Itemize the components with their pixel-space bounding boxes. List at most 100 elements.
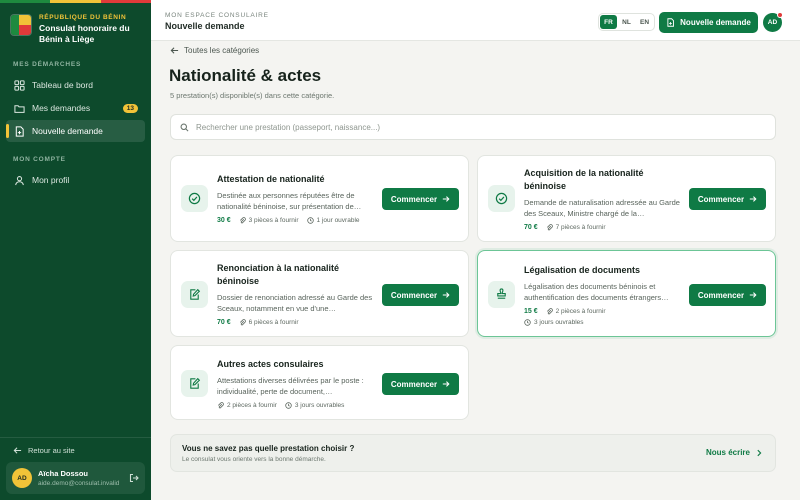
check-circle-icon xyxy=(495,192,508,205)
service-card-acquisition[interactable]: Acquisition de la nationalité béninoise … xyxy=(477,155,776,242)
start-label: Commencer xyxy=(697,194,745,204)
flag-stripe xyxy=(0,0,151,3)
paperclip-icon xyxy=(239,217,246,224)
sidebar-item-dashboard[interactable]: Tableau de bord xyxy=(6,74,145,96)
start-button[interactable]: Commencer xyxy=(689,188,766,210)
sidebar: RÉPUBLIQUE DU BÉNIN Consulat honoraire d… xyxy=(0,0,151,500)
service-card-renonciation[interactable]: Renonciation à la nationalité béninoise … xyxy=(170,250,469,337)
user-icon xyxy=(15,175,24,185)
arrow-right-icon xyxy=(442,381,450,387)
user-card: AD Aïcha Dossou aide.demo@consulat.inval… xyxy=(6,462,145,494)
start-button[interactable]: Commencer xyxy=(689,284,766,306)
sidebar-item-requests[interactable]: Mes demandes 13 xyxy=(6,97,145,119)
brand-kicker: RÉPUBLIQUE DU BÉNIN xyxy=(39,14,127,21)
sidebar-item-label: Mes demandes xyxy=(32,103,91,113)
notification-dot xyxy=(777,12,783,18)
user-email: aide.demo@consulat.invalid xyxy=(38,480,120,487)
search-input[interactable] xyxy=(196,122,756,132)
card-title: Acquisition de la nationalité béninoise xyxy=(524,168,644,191)
back-to-site-link[interactable]: Retour au site xyxy=(13,446,75,455)
divider xyxy=(0,437,151,438)
card-description: Dossier de renonciation adressé au Garde… xyxy=(217,293,373,313)
start-button[interactable]: Commencer xyxy=(382,188,459,210)
back-to-site-label: Retour au site xyxy=(28,446,75,455)
sidebar-item-label: Mon profil xyxy=(32,175,70,185)
contact-link[interactable]: Nous écrire xyxy=(706,448,763,457)
arrow-left-icon xyxy=(170,47,179,54)
card-icon-wrap xyxy=(181,185,208,212)
card-docs: 3 pièces à fournir xyxy=(248,217,299,224)
card-icon-wrap xyxy=(488,185,515,212)
service-card-attestation[interactable]: Attestation de nationalité Destinée aux … xyxy=(170,155,469,242)
card-icon-wrap xyxy=(181,281,208,308)
sidebar-item-profile[interactable]: Mon profil xyxy=(6,169,145,191)
brand-name: Consulat honoraire du Bénin à Liège xyxy=(39,23,130,44)
card-price: 30 € xyxy=(217,217,231,224)
arrow-left-icon xyxy=(13,447,22,454)
sidebar-item-label: Nouvelle demande xyxy=(32,126,103,136)
service-card-legalisation[interactable]: Légalisation de documents Légalisation d… xyxy=(477,250,776,337)
start-button[interactable]: Commencer xyxy=(382,284,459,306)
benin-flag-icon xyxy=(10,14,32,36)
card-price: 15 € xyxy=(524,308,538,315)
section-label-demarches: MES DÉMARCHES xyxy=(13,61,82,68)
lang-en[interactable]: EN xyxy=(636,15,653,29)
stamp-icon xyxy=(497,288,506,299)
clock-icon xyxy=(306,217,314,224)
paperclip-icon xyxy=(546,224,553,231)
start-label: Commencer xyxy=(697,290,745,300)
logout-icon[interactable] xyxy=(129,473,139,483)
page-subtitle: 5 prestation(s) disponible(s) dans cette… xyxy=(170,91,335,100)
count-badge: 13 xyxy=(122,103,138,113)
new-request-button[interactable]: Nouvelle demande xyxy=(659,12,758,33)
brand[interactable]: RÉPUBLIQUE DU BÉNIN Consulat honoraire d… xyxy=(10,14,150,45)
edit-doc-icon xyxy=(190,288,201,300)
paperclip-icon xyxy=(218,402,224,409)
card-delay: 3 jours ouvrables xyxy=(534,319,584,326)
card-icon-wrap xyxy=(181,370,208,397)
edit-doc-icon xyxy=(190,377,201,389)
topbar-title: Nouvelle demande xyxy=(165,21,245,31)
card-delay: 1 jour ouvrable xyxy=(316,217,360,224)
card-delay: 3 jours ouvrables xyxy=(294,402,345,409)
card-title: Attestation de nationalité xyxy=(217,174,325,184)
paperclip-icon xyxy=(546,308,553,315)
file-plus-icon xyxy=(667,18,675,27)
paperclip-icon xyxy=(239,319,246,326)
page-title: Nationalité & actes xyxy=(169,66,322,85)
help-subtitle: Le consulat vous oriente vers la bonne d… xyxy=(182,456,326,463)
card-description: Destinée aux personnes réputées être de … xyxy=(217,191,362,211)
help-title: Vous ne savez pas quelle prestation choi… xyxy=(182,444,355,453)
card-title: Autres actes consulaires xyxy=(217,359,324,369)
lang-fr[interactable]: FR xyxy=(600,15,617,29)
arrow-right-icon xyxy=(442,196,450,202)
service-card-autres-actes[interactable]: Autres actes consulaires Attestations di… xyxy=(170,345,469,420)
folder-icon xyxy=(14,104,25,113)
start-label: Commencer xyxy=(390,194,438,204)
topbar: MON ESPACE CONSULAIRE Nouvelle demande F… xyxy=(151,0,800,41)
language-switcher: FR NL EN xyxy=(598,13,655,31)
start-label: Commencer xyxy=(390,379,438,389)
topbar-kicker: MON ESPACE CONSULAIRE xyxy=(165,12,269,19)
card-docs: 2 pièces à fournir xyxy=(227,402,277,409)
sidebar-item-new-request[interactable]: Nouvelle demande xyxy=(6,120,145,142)
card-title: Renonciation à la nationalité béninoise xyxy=(217,263,340,286)
sidebar-item-label: Tableau de bord xyxy=(32,80,93,90)
avatar[interactable]: AD xyxy=(12,468,32,488)
card-price: 70 € xyxy=(217,319,231,326)
card-docs: 6 pièces à fournir xyxy=(248,319,299,326)
search-bar xyxy=(170,114,776,140)
lang-nl[interactable]: NL xyxy=(618,15,635,29)
card-docs: 7 pièces à fournir xyxy=(555,224,606,231)
section-label-compte: MON COMPTE xyxy=(13,156,66,163)
grid-icon xyxy=(14,79,25,91)
back-to-categories-link[interactable]: Toutes les catégories xyxy=(170,46,259,55)
card-description: Attestations diverses délivrées par le p… xyxy=(217,376,364,396)
arrow-right-icon xyxy=(442,292,450,298)
card-price: 70 € xyxy=(524,224,538,231)
new-request-label: Nouvelle demande xyxy=(680,18,751,27)
chevron-right-icon xyxy=(757,449,762,456)
check-circle-icon xyxy=(188,192,201,205)
start-button[interactable]: Commencer xyxy=(382,373,459,395)
card-description: Demande de naturalisation adressée au Ga… xyxy=(524,198,680,218)
